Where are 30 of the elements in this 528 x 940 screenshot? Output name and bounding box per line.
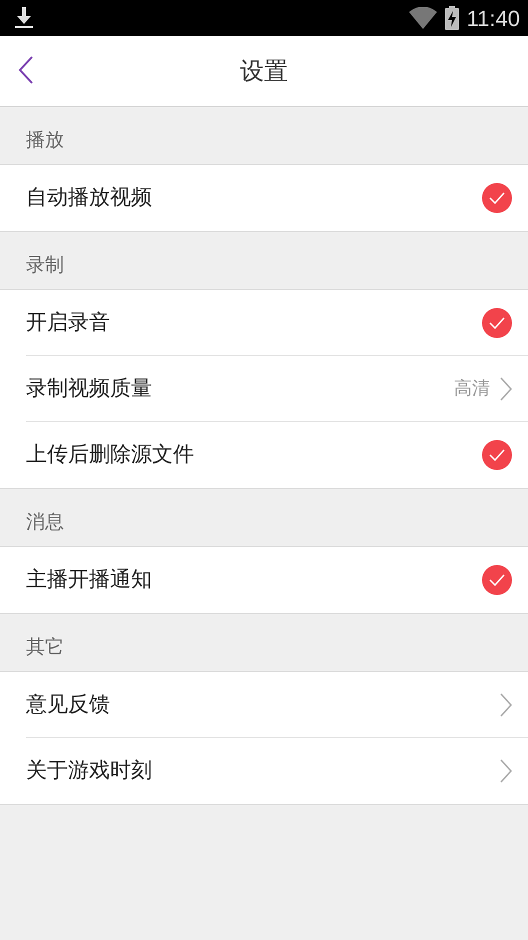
download-icon xyxy=(14,7,34,29)
settings-row[interactable]: 上传后删除源文件 xyxy=(26,422,528,488)
row-label: 意见反馈 xyxy=(26,690,111,718)
section-header: 消息 xyxy=(26,510,64,534)
row-label: 录制视频质量 xyxy=(26,374,153,402)
clock-text: 11:40 xyxy=(466,4,520,32)
wifi-icon xyxy=(408,7,437,29)
settings-row[interactable]: 开启录音 xyxy=(26,290,528,356)
row-label: 开启录音 xyxy=(26,308,111,336)
section-header: 播放 xyxy=(26,128,64,152)
back-button[interactable] xyxy=(18,56,34,84)
section-header: 其它 xyxy=(26,634,64,660)
checkmark-icon[interactable] xyxy=(482,565,512,595)
checkmark-icon[interactable] xyxy=(482,308,512,338)
chevron-icon xyxy=(500,759,512,783)
row-label: 主播开播通知 xyxy=(26,566,153,594)
checkmark-icon[interactable] xyxy=(482,440,512,470)
battery-icon xyxy=(444,6,459,30)
row-label: 关于游戏时刻 xyxy=(26,757,153,784)
row-label: 自动播放视频 xyxy=(26,184,153,212)
settings-row[interactable]: 录制视频质量 高清 xyxy=(26,356,528,422)
settings-row[interactable]: 关于游戏时刻 xyxy=(26,738,528,804)
page-title: 设置 xyxy=(240,56,288,87)
chevron-icon xyxy=(500,376,512,400)
row-label: 上传后删除源文件 xyxy=(26,441,195,468)
section-header: 录制 xyxy=(26,252,64,278)
chevron-icon xyxy=(500,692,512,716)
checkmark-icon[interactable] xyxy=(482,183,512,213)
row-value: 高清 xyxy=(454,377,490,401)
settings-row[interactable]: 意见反馈 xyxy=(26,672,528,738)
